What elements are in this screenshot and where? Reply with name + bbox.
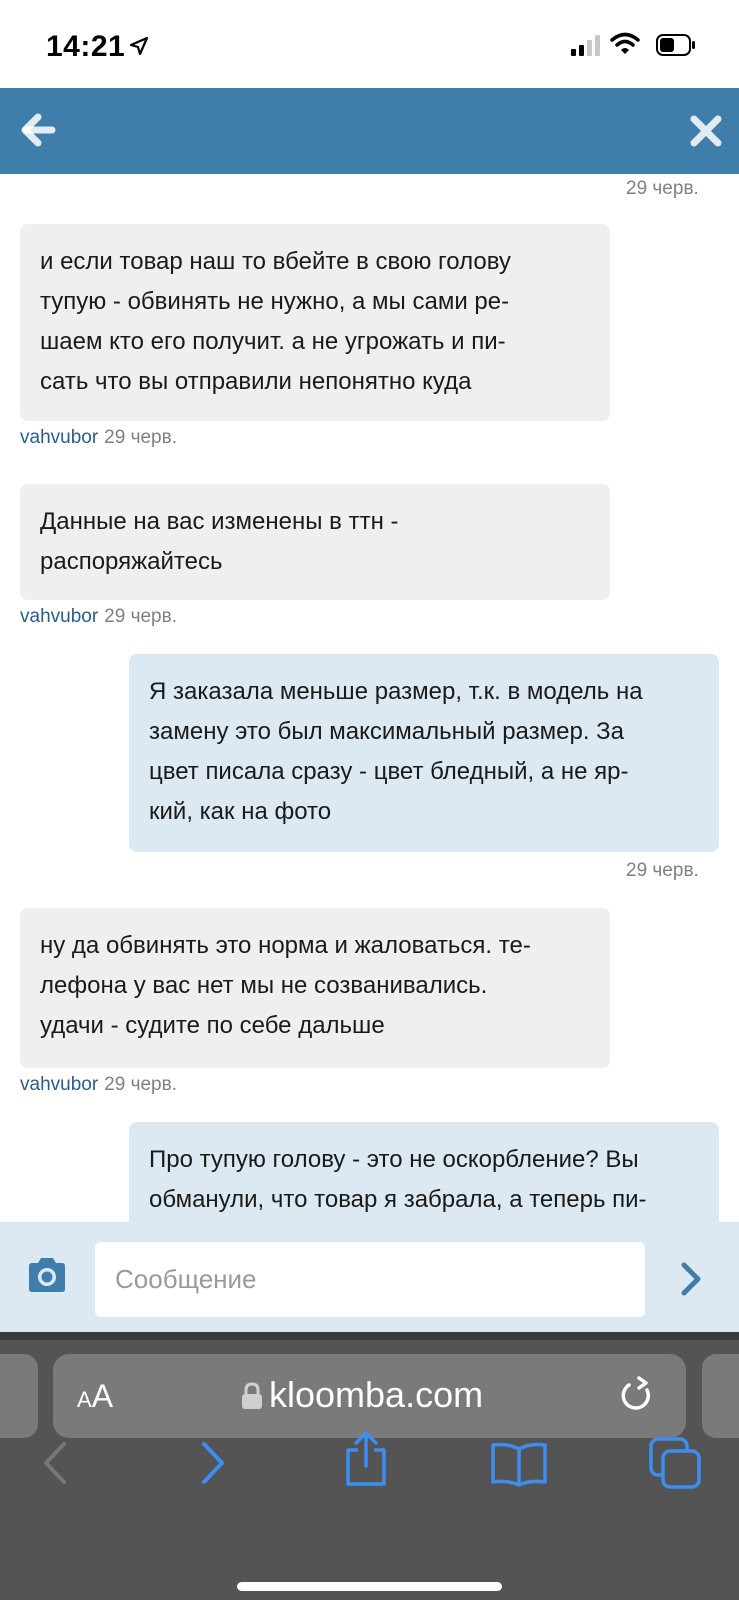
aa-small-label: A xyxy=(77,1387,92,1412)
message-meta: vahvubor 29 черв. xyxy=(20,1074,177,1096)
reload-icon xyxy=(621,1376,651,1410)
message-line: Про тупую голову - это не оскорбление? В… xyxy=(149,1146,639,1173)
cellular-signal-icon xyxy=(571,34,603,61)
message-line: обманули, что товар я забрала, а теперь … xyxy=(149,1186,647,1213)
browser-forward-button[interactable] xyxy=(198,1440,228,1491)
home-indicator[interactable] xyxy=(237,1582,502,1591)
message-line: Я заказала меньше размер, т.к. в модель … xyxy=(149,678,643,705)
tabs-button[interactable] xyxy=(648,1436,702,1495)
reload-button[interactable] xyxy=(619,1376,655,1421)
share-button[interactable] xyxy=(342,1430,390,1493)
message-line: и если товар наш то вбейте в свою голову xyxy=(40,248,511,275)
battery-icon xyxy=(656,34,696,61)
bookmarks-button[interactable] xyxy=(490,1440,548,1493)
reader-settings-button[interactable]: AA xyxy=(77,1378,113,1415)
message-line: тупую - обвинять не нужно, а мы сами ре- xyxy=(40,288,510,315)
message-line: Данные на вас изменены в ттн - xyxy=(40,508,399,535)
message-line: цвет писала сразу - цвет бледный, а не я… xyxy=(149,758,629,785)
chat-thread[interactable]: 29 черв. и если товар наш то вбейте в св… xyxy=(0,174,739,1222)
camera-button[interactable] xyxy=(25,1256,69,1301)
message-time: 29 черв. xyxy=(626,860,699,881)
status-bar: 14:21 xyxy=(0,0,739,88)
message-line: кий, как на фото xyxy=(149,798,332,825)
app-header xyxy=(0,88,739,174)
message-author[interactable]: vahvubor xyxy=(20,606,98,627)
message-line: замену это был максимальный размер. За xyxy=(149,718,625,745)
arrow-left-icon xyxy=(21,113,56,147)
back-button[interactable] xyxy=(16,108,60,152)
camera-icon xyxy=(29,1258,65,1292)
browser-back-button[interactable] xyxy=(40,1440,70,1491)
close-button[interactable] xyxy=(686,108,726,152)
message-meta: vahvubor 29 черв. xyxy=(20,427,177,449)
close-icon xyxy=(690,115,722,147)
bookmarks-icon xyxy=(491,1442,547,1487)
message-author[interactable]: vahvubor xyxy=(20,1074,98,1095)
message-line: лефона у вас нет мы не созванивались. xyxy=(40,972,488,999)
outgoing-message: Я заказала меньше размер, т.к. в модель … xyxy=(129,654,719,852)
outgoing-message: Про тупую голову - это не оскорбление? В… xyxy=(129,1122,719,1222)
message-time: 29 черв. xyxy=(104,606,177,627)
next-tab-preview[interactable] xyxy=(702,1354,739,1438)
message-author[interactable]: vahvubor xyxy=(20,427,98,448)
location-arrow-icon xyxy=(129,36,149,61)
browser-toolbar: AA kloomba.com xyxy=(0,1332,739,1600)
forward-icon xyxy=(202,1442,224,1484)
message-input[interactable] xyxy=(95,1242,645,1317)
message-line: удачи - судите по себе дальше xyxy=(40,1012,385,1039)
tabs-icon xyxy=(649,1437,701,1489)
message-line: сать что вы отправили непонятно куда xyxy=(40,368,472,395)
back-icon xyxy=(44,1442,66,1484)
incoming-message: Данные на вас изменены в ттн - распоряжа… xyxy=(20,484,610,600)
message-line: ну да обвинять это норма и жаловаться. т… xyxy=(40,932,531,959)
incoming-message: и если товар наш то вбейте в свою голову… xyxy=(20,224,610,421)
address-bar[interactable]: AA kloomba.com xyxy=(53,1354,686,1438)
incoming-message: ну да обвинять это норма и жаловаться. т… xyxy=(20,908,610,1068)
message-line: шаем кто его получит. а не угрожать и пи… xyxy=(40,328,506,355)
chevron-right-icon xyxy=(681,1262,701,1296)
url-text: kloomba.com xyxy=(269,1374,484,1415)
message-composer xyxy=(0,1222,739,1332)
message-line: распоряжайтесь xyxy=(40,548,223,575)
wifi-icon xyxy=(610,32,640,61)
share-icon xyxy=(346,1431,386,1486)
status-time: 14:21 xyxy=(46,30,126,63)
message-time: 29 черв. xyxy=(104,427,177,448)
previous-tab-preview[interactable] xyxy=(0,1354,38,1438)
aa-large-label: A xyxy=(91,1378,114,1414)
message-time: 29 черв. xyxy=(626,178,699,199)
toolbar-divider xyxy=(0,1332,739,1340)
send-button[interactable] xyxy=(678,1260,704,1303)
message-meta: vahvubor 29 черв. xyxy=(20,606,177,628)
message-time: 29 черв. xyxy=(104,1074,177,1095)
lock-icon xyxy=(241,1382,263,1415)
